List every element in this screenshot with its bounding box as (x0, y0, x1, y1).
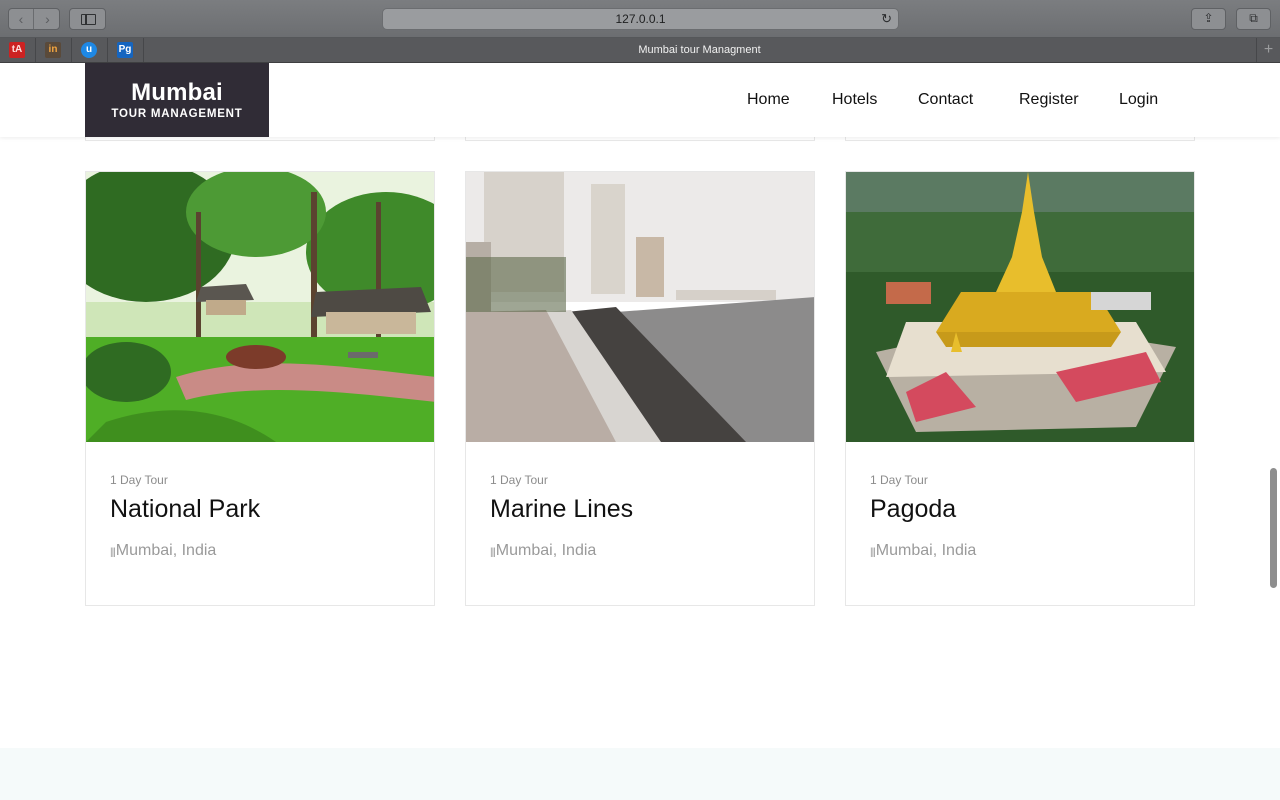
share-icon: ⇪ (1203, 11, 1214, 25)
pinned-tab-2[interactable]: in (36, 38, 72, 62)
favicon-1: tA (9, 42, 25, 58)
history-nav: ‹ › (8, 8, 60, 30)
tour-duration: 1 Day Tour (490, 473, 548, 487)
forward-button[interactable]: › (35, 9, 60, 29)
previous-card-edge (465, 137, 815, 141)
favicon-3: u (81, 42, 97, 58)
show-tabs-button[interactable]: ⧉ (1236, 8, 1271, 30)
tabs-icon: ⧉ (1249, 11, 1258, 25)
tab-bar: tA in u Pg Mumbai tour Managment + (0, 38, 1280, 63)
tour-location: |||Mumbai, India (110, 542, 216, 560)
tour-location-text: Mumbai, India (115, 542, 217, 559)
new-tab-button[interactable]: + (1256, 38, 1280, 62)
tour-location-text: Mumbai, India (875, 542, 977, 559)
tour-title[interactable]: Pagoda (870, 495, 956, 524)
tour-location: |||Mumbai, India (490, 542, 596, 560)
location-icon: ||| (490, 547, 496, 558)
nav-contact[interactable]: Contact (918, 91, 973, 109)
tour-title[interactable]: National Park (110, 495, 260, 524)
favicon-4: Pg (117, 42, 133, 58)
pinned-tab-1[interactable]: tA (0, 38, 36, 62)
tour-card[interactable]: 1 Day Tour National Park |||Mumbai, Indi… (85, 171, 435, 606)
nav-register[interactable]: Register (1019, 91, 1079, 109)
pinned-tab-3[interactable]: u (72, 38, 108, 62)
previous-card-edge (85, 137, 435, 141)
tour-duration: 1 Day Tour (870, 473, 928, 487)
logo-title: Mumbai (131, 79, 223, 106)
site-header: Mumbai TOUR MANAGEMENT Home Hotels Conta… (0, 63, 1280, 137)
pinned-tab-4[interactable]: Pg (108, 38, 144, 62)
sidebar-icon (81, 14, 96, 25)
nav-hotels[interactable]: Hotels (832, 91, 877, 109)
back-button[interactable]: ‹ (9, 9, 34, 29)
address-bar[interactable]: 127.0.0.1 ↻ (382, 8, 899, 30)
park-photo[interactable] (86, 172, 434, 442)
browser-toolbar: ‹ › 127.0.0.1 ↻ ⇪ ⧉ (0, 0, 1280, 38)
tour-card[interactable]: 1 Day Tour Pagoda |||Mumbai, India (845, 171, 1195, 606)
page-scrollbar[interactable] (1270, 468, 1277, 588)
tour-location-text: Mumbai, India (495, 542, 597, 559)
url-text: 127.0.0.1 (615, 12, 666, 26)
reload-icon[interactable]: ↻ (881, 11, 892, 27)
site-logo[interactable]: Mumbai TOUR MANAGEMENT (85, 63, 269, 137)
tour-title[interactable]: Marine Lines (490, 495, 633, 524)
nav-home[interactable]: Home (747, 91, 790, 109)
pagoda-photo[interactable] (846, 172, 1194, 442)
previous-card-edge (845, 137, 1195, 141)
footer-section (0, 748, 1280, 800)
sidebar-toggle-button[interactable] (69, 8, 106, 30)
location-icon: ||| (110, 547, 116, 558)
page-viewport: Mumbai TOUR MANAGEMENT Home Hotels Conta… (0, 63, 1280, 800)
tour-card[interactable]: 1 Day Tour Marine Lines |||Mumbai, India (465, 171, 815, 606)
location-icon: ||| (870, 547, 876, 558)
favicon-2: in (45, 42, 61, 58)
share-button[interactable]: ⇪ (1191, 8, 1226, 30)
logo-subtitle: TOUR MANAGEMENT (111, 108, 243, 120)
tour-location: |||Mumbai, India (870, 542, 976, 560)
active-tab-title[interactable]: Mumbai tour Managment (144, 38, 1255, 62)
nav-login[interactable]: Login (1119, 91, 1158, 109)
seafront-photo[interactable] (466, 172, 814, 442)
tour-duration: 1 Day Tour (110, 473, 168, 487)
